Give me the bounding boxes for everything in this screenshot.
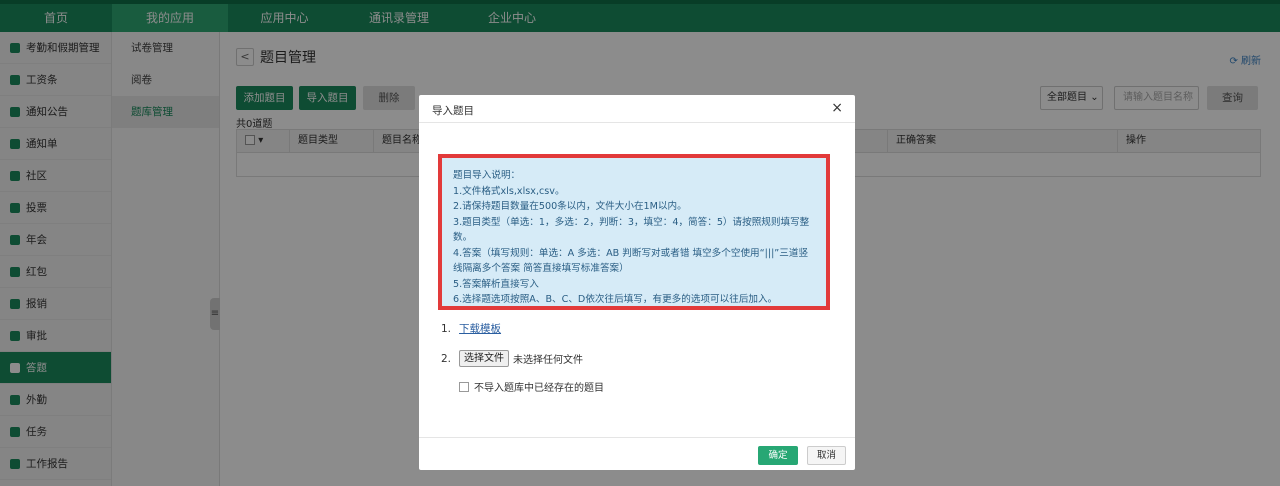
step-number: 2.: [441, 352, 452, 365]
instructions-heading: 题目导入说明：: [453, 170, 521, 181]
confirm-button[interactable]: 确定: [758, 446, 798, 465]
dialog-footer: 确定 取消: [419, 437, 855, 470]
dialog-title: 导入题目: [432, 105, 474, 117]
instruction-line: 3.题目类型（单选：1，多选：2，判断：3，填空：4，简答：5）请按照规则填写整…: [453, 216, 810, 244]
cancel-button[interactable]: 取消: [807, 446, 846, 465]
skip-existing-checkbox[interactable]: [459, 381, 469, 392]
instructions-box: 题目导入说明： 1.文件格式xls,xlsx,csv。 2.请保持题目数量在50…: [442, 158, 826, 306]
step-upload: 2. 选择文件 未选择任何文件: [441, 350, 583, 367]
instructions-highlight: 题目导入说明： 1.文件格式xls,xlsx,csv。 2.请保持题目数量在50…: [438, 154, 830, 310]
skip-existing-label: 不导入题库中已经存在的题目: [474, 383, 604, 394]
download-template-link[interactable]: 下载模板: [459, 323, 501, 335]
skip-existing-option[interactable]: 不导入题库中已经存在的题目: [459, 379, 604, 394]
instruction-line: 5.答案解析直接写入: [453, 278, 539, 290]
instruction-line: 1.文件格式xls,xlsx,csv。: [453, 185, 565, 197]
file-status: 未选择任何文件: [513, 355, 584, 366]
import-questions-dialog: 导入题目 × 题目导入说明： 1.文件格式xls,xlsx,csv。 2.请保持…: [419, 95, 855, 470]
dialog-header: 导入题目 ×: [419, 95, 855, 123]
step-download: 1. 下载模板: [441, 321, 501, 336]
choose-file-button[interactable]: 选择文件: [459, 350, 510, 367]
close-icon[interactable]: ×: [831, 100, 843, 116]
instruction-line: 4.答案（填写规则：单选：A 多选：AB 判断写对或者错 填空多个空使用“|||…: [453, 247, 809, 275]
instruction-line: 6.选择题选项按照A、B、C、D依次往后填写，有更多的选项可以往后加入。: [453, 294, 778, 305]
instruction-line: 2.请保持题目数量在500条以内，文件大小在1M以内。: [453, 201, 687, 212]
step-number: 1.: [441, 323, 452, 335]
